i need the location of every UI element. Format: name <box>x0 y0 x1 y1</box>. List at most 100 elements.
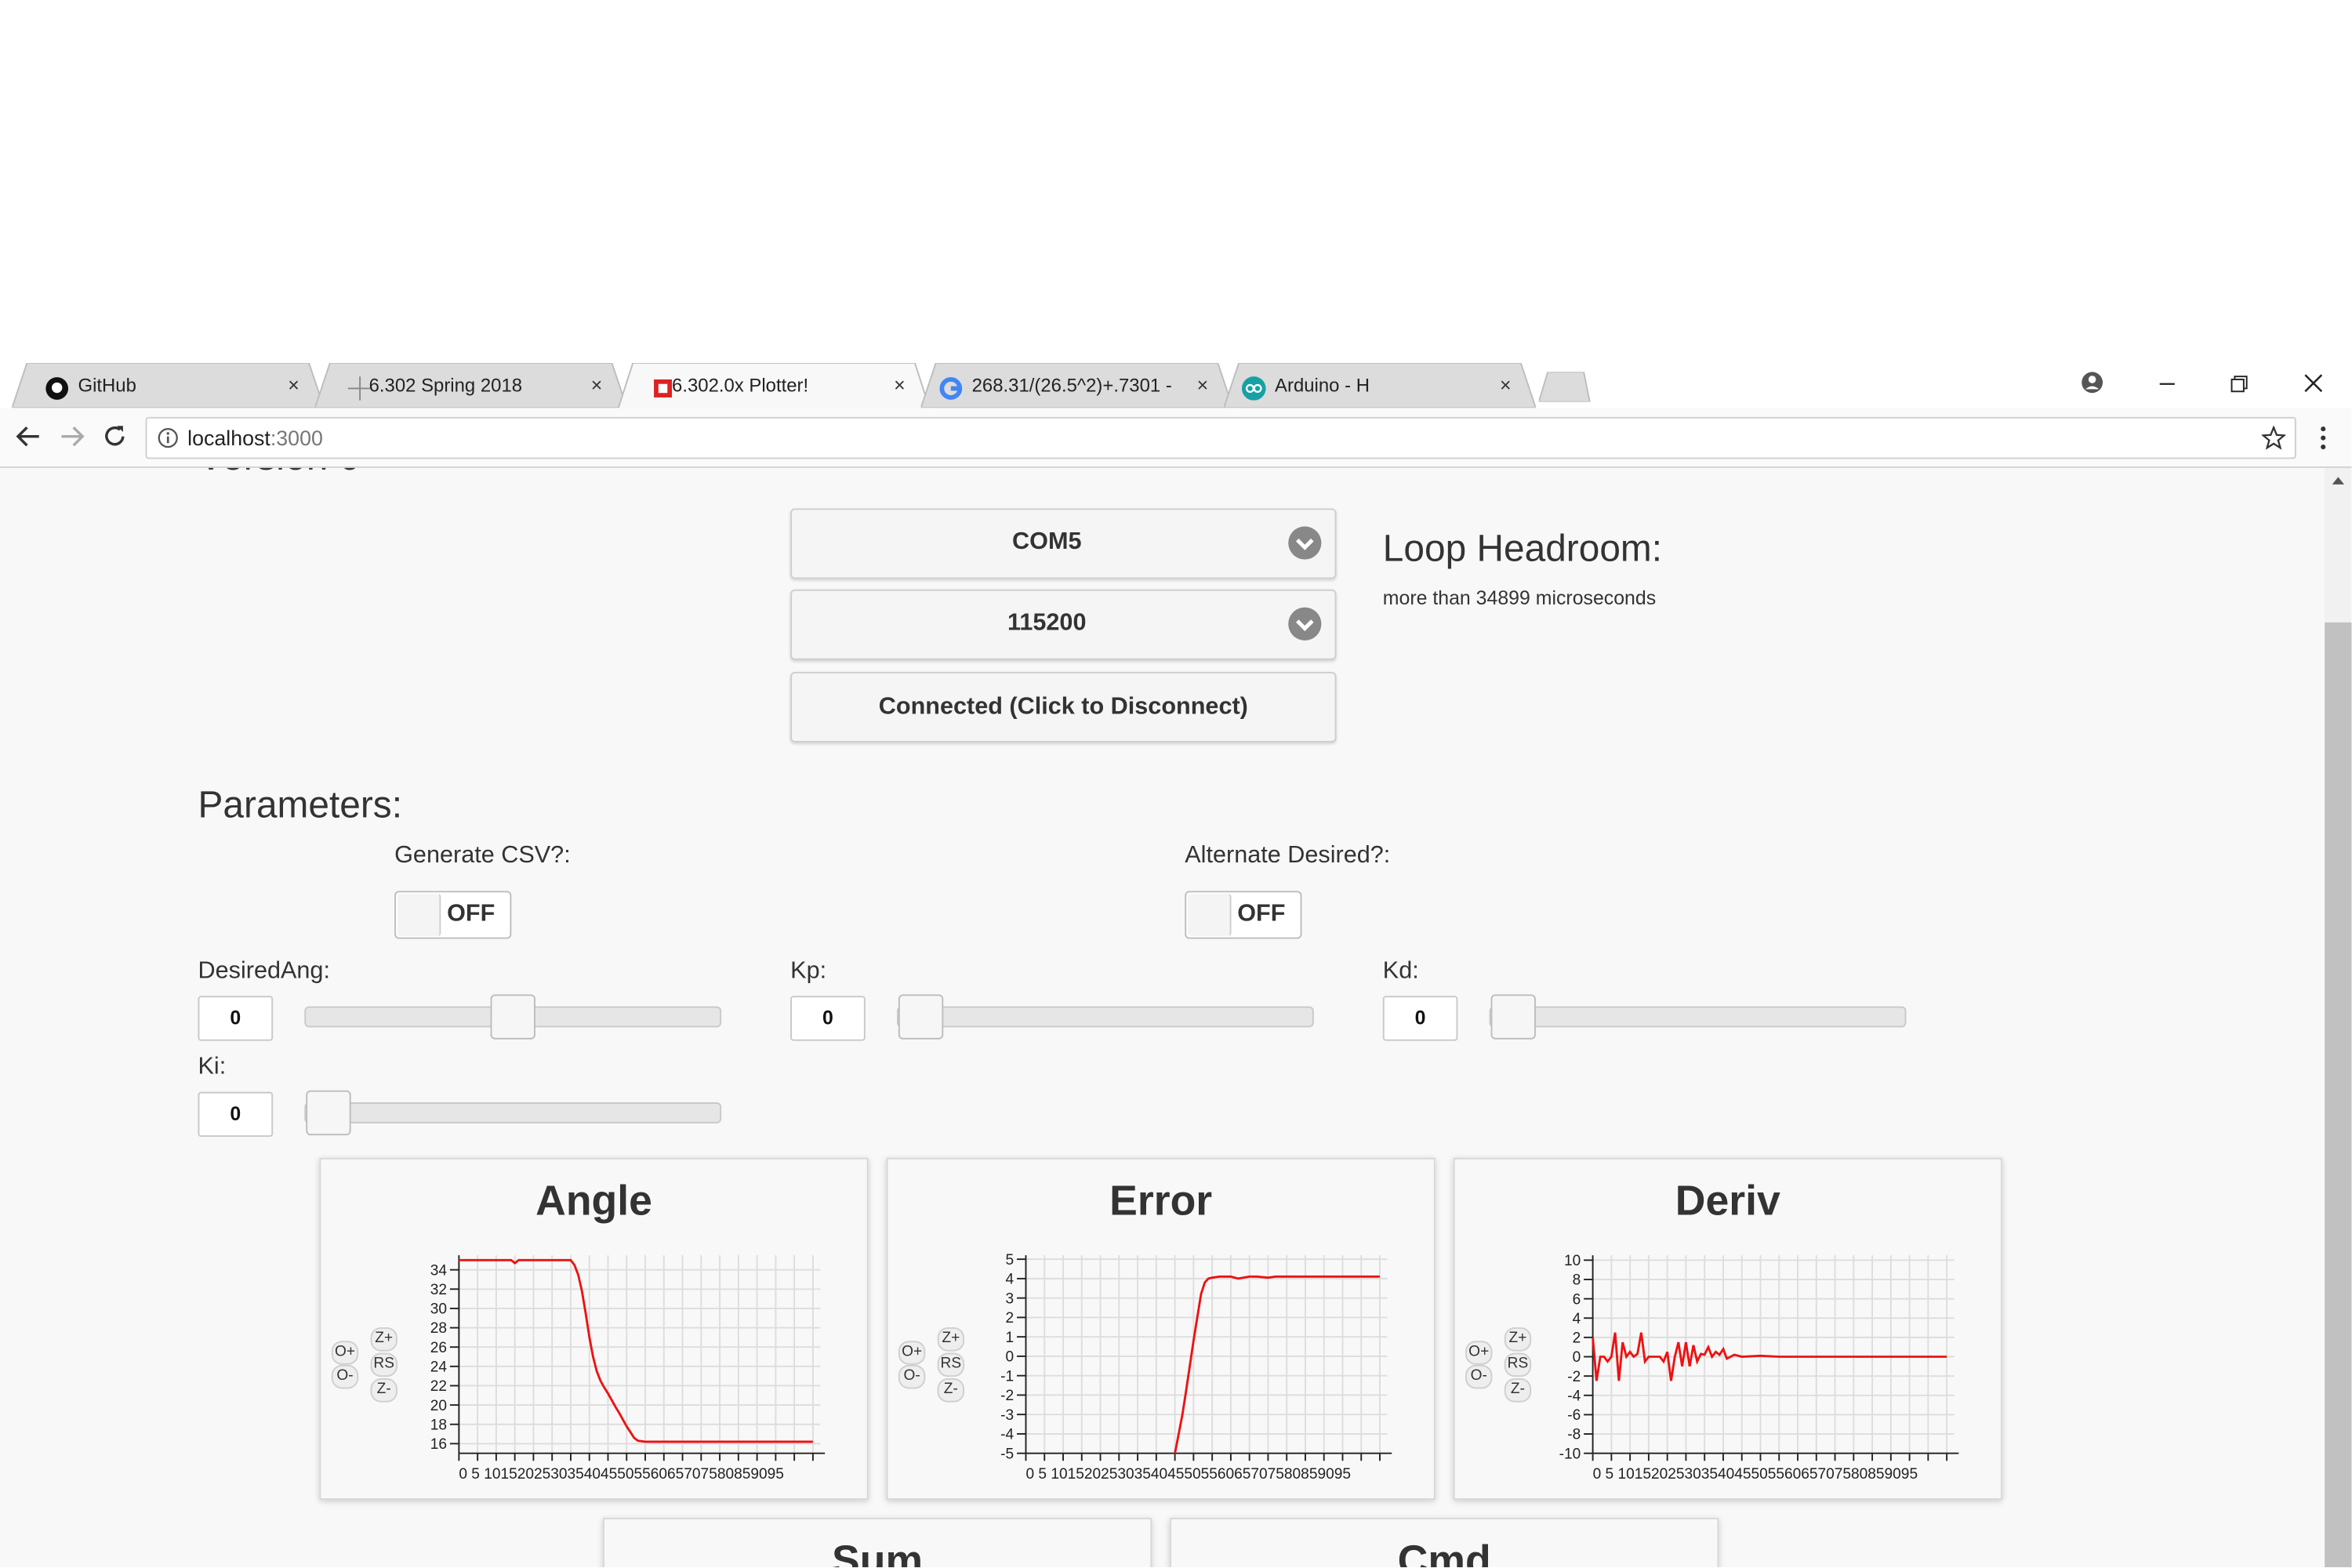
vertical-scrollbar[interactable] <box>2325 467 2352 1568</box>
close-window-icon[interactable] <box>2303 373 2325 394</box>
reset-scale-button[interactable]: RS <box>1504 1352 1532 1377</box>
y-tick-label: 26 <box>430 1340 447 1356</box>
kp-label: Kp: <box>790 958 827 984</box>
scroll-up-icon[interactable] <box>2331 474 2346 486</box>
y-tick-label: 2 <box>1006 1310 1014 1327</box>
close-icon[interactable]: × <box>591 373 603 396</box>
error-chart-panel: Error 0 5 101520253035404550556065707580… <box>886 1157 1436 1500</box>
close-icon[interactable]: × <box>894 373 906 396</box>
tab-plotter-active[interactable]: 6.302.0x Plotter! × <box>618 362 931 410</box>
offset-minus-button[interactable]: O- <box>1465 1364 1493 1389</box>
ki-slider[interactable] <box>304 1090 722 1136</box>
tab-strip: GitHub × 6.302 Spring 2018 × 6.302.0x Pl… <box>0 357 2352 410</box>
tab-google[interactable]: 268.31/(26.5^2)+.7301 - G × <box>920 362 1233 408</box>
slider-handle[interactable] <box>490 994 535 1040</box>
profile-icon[interactable] <box>2080 371 2104 395</box>
slider-handle[interactable] <box>306 1090 351 1136</box>
zoom-out-button[interactable]: Z- <box>937 1378 965 1403</box>
zoom-in-button[interactable]: Z+ <box>1504 1327 1532 1352</box>
serial-port-select[interactable]: COM5 <box>790 508 1337 579</box>
minimize-icon[interactable] <box>2158 375 2180 390</box>
tab-arduino[interactable]: Arduino - H × <box>1224 362 1536 408</box>
reset-scale-button[interactable]: RS <box>370 1352 397 1377</box>
offset-plus-button[interactable]: O+ <box>1465 1341 1493 1365</box>
slider-handle[interactable] <box>898 994 944 1040</box>
series-line <box>459 1258 813 1443</box>
kd-value[interactable]: 0 <box>1382 996 1458 1041</box>
url-port: :3000 <box>270 426 323 450</box>
offset-plus-button[interactable]: O+ <box>331 1341 359 1365</box>
forward-icon[interactable] <box>59 424 85 448</box>
close-icon[interactable]: × <box>1500 373 1512 396</box>
zoom-out-button[interactable]: Z- <box>370 1378 397 1403</box>
alternate-desired-label: Alternate Desired?: <box>1185 843 1391 869</box>
desired-angle-value[interactable]: 0 <box>198 996 274 1041</box>
series-line <box>1174 1275 1380 1454</box>
google-icon <box>939 377 963 400</box>
slider-handle[interactable] <box>1490 994 1536 1040</box>
new-tab-button[interactable] <box>1538 372 1593 402</box>
y-tick-label: 5 <box>1006 1252 1014 1269</box>
offset-minus-button[interactable]: O- <box>331 1364 359 1389</box>
tab-github[interactable]: GitHub × <box>12 362 325 408</box>
chart-title: Sum <box>832 1537 924 1568</box>
cmd-chart-panel: Cmd <box>1170 1517 1719 1568</box>
tab-title: 268.31/(26.5^2)+.7301 - G <box>971 375 1176 397</box>
loop-headroom-title: Loop Headroom: <box>1382 528 1663 570</box>
menu-icon[interactable] <box>2318 424 2329 451</box>
bookmark-star-icon[interactable] <box>2261 426 2286 450</box>
y-tick-label: 10 <box>1564 1253 1581 1269</box>
tab-title: Arduino - H <box>1275 375 1370 397</box>
tab-title: GitHub <box>78 375 136 397</box>
offset-minus-button[interactable]: O- <box>898 1364 926 1389</box>
page-content: Version 0 COM5 115200 Connected (Click t… <box>0 467 2325 1568</box>
chart-title: Cmd <box>1397 1537 1491 1568</box>
close-icon[interactable]: × <box>288 373 299 396</box>
info-icon <box>158 427 178 448</box>
baud-rate-select[interactable]: 115200 <box>790 589 1337 660</box>
back-icon[interactable] <box>15 424 42 448</box>
chevron-down-icon <box>1288 607 1322 641</box>
y-tick-label: 4 <box>1006 1272 1014 1288</box>
kp-value[interactable]: 0 <box>790 996 866 1041</box>
desired-angle-slider[interactable] <box>304 994 722 1040</box>
url-host: localhost <box>187 426 270 450</box>
y-tick-label: 0 <box>1006 1349 1014 1366</box>
loop-headroom-value: more than 34899 microseconds <box>1382 586 1657 609</box>
x-tick-labels: 0 5 101520253035404550556065707580859095 <box>459 1466 783 1483</box>
generate-csv-toggle[interactable]: OFF <box>394 891 512 939</box>
y-tick-label: 4 <box>1573 1311 1581 1327</box>
alternate-desired-toggle[interactable]: OFF <box>1185 891 1302 939</box>
error-chart: 0 5 101520253035404550556065707580859095… <box>1000 1252 1392 1483</box>
y-tick-label: -1 <box>1000 1368 1014 1385</box>
tab-6302-spring[interactable]: 6.302 Spring 2018 × <box>314 362 627 408</box>
deriv-chart: 0 5 101520253035404550556065707580859095… <box>1559 1253 1959 1483</box>
ki-value[interactable]: 0 <box>198 1091 274 1138</box>
y-tick-label: -4 <box>1000 1427 1014 1443</box>
close-icon[interactable]: × <box>1197 373 1209 396</box>
zoom-in-button[interactable]: Z+ <box>937 1327 965 1352</box>
scrollbar-thumb[interactable] <box>2325 622 2352 1568</box>
chevron-down-icon <box>1288 526 1322 560</box>
reset-scale-button[interactable]: RS <box>937 1352 965 1377</box>
y-tick-label: 16 <box>430 1436 447 1453</box>
baud-rate-value: 115200 <box>1007 610 1087 637</box>
offset-plus-button[interactable]: O+ <box>898 1341 926 1365</box>
y-tick-label: -10 <box>1559 1446 1581 1462</box>
y-tick-label: 32 <box>430 1282 447 1298</box>
y-tick-label: 18 <box>430 1417 447 1433</box>
restore-icon[interactable] <box>2230 375 2252 396</box>
zoom-in-button[interactable]: Z+ <box>370 1327 397 1352</box>
kp-slider[interactable] <box>896 994 1314 1040</box>
angle-chart-panel: Angle 0 5 101520253035404550556065707580… <box>319 1157 869 1500</box>
serial-port-value: COM5 <box>1012 529 1082 555</box>
toggle-state: OFF <box>447 901 495 927</box>
address-bar[interactable]: localhost:3000 <box>145 416 2296 459</box>
y-tick-label: -6 <box>1567 1407 1581 1424</box>
connect-button[interactable]: Connected (Click to Disconnect) <box>790 672 1337 742</box>
kd-slider[interactable] <box>1489 994 1907 1040</box>
deriv-chart-panel: Deriv 0 5 101520253035404550556065707580… <box>1453 1157 2002 1500</box>
zoom-out-button[interactable]: Z- <box>1504 1378 1532 1403</box>
reload-icon[interactable] <box>102 423 129 449</box>
x-tick-labels: 0 5 101520253035404550556065707580859095 <box>1593 1466 1918 1483</box>
